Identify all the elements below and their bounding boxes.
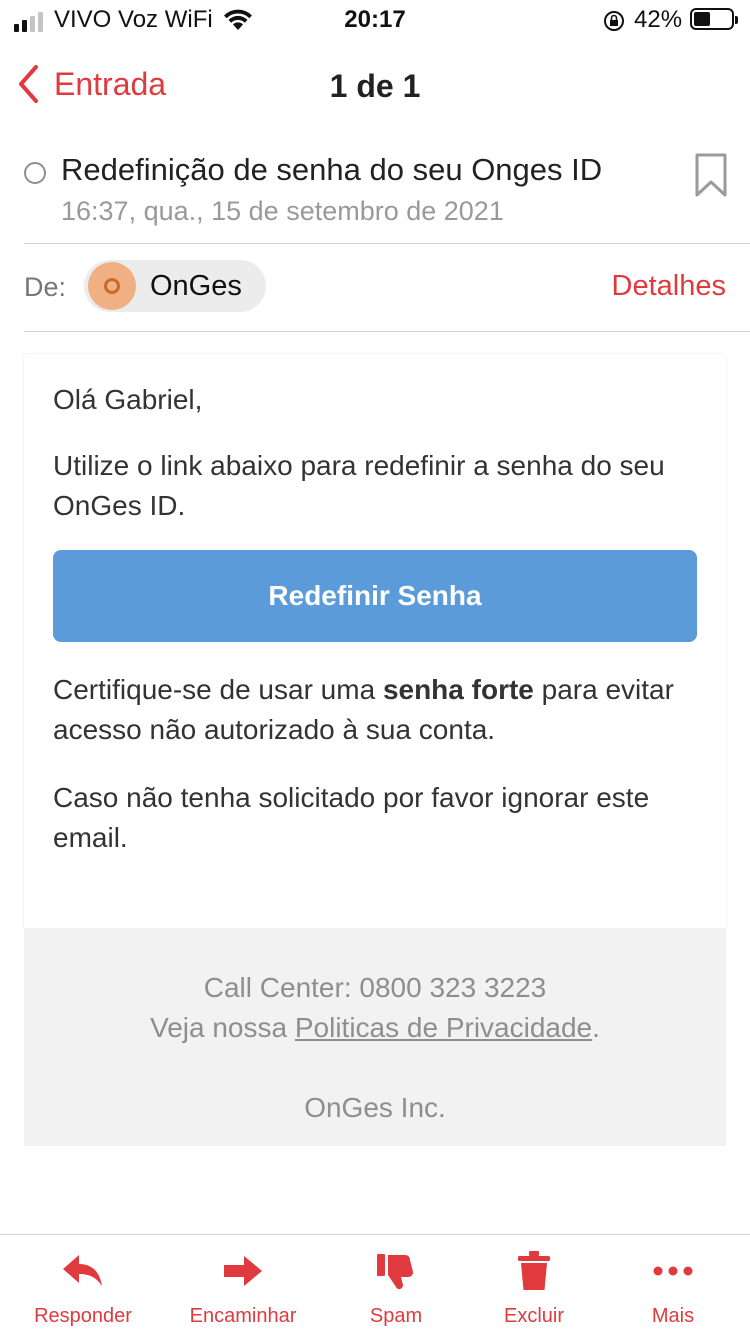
company-name: OnGes Inc. (304, 1092, 446, 1123)
forward-arrow-icon (168, 1249, 318, 1293)
from-label: De: (24, 272, 67, 302)
strong-password-emphasis: senha forte (382, 674, 534, 705)
sender-avatar (88, 262, 136, 310)
call-center-text: Call Center: 0800 323 3223 (203, 972, 547, 1003)
reply-button[interactable]: Responder (8, 1249, 158, 1328)
ignore-note-text: Caso não tenha solicitado por favor igno… (53, 782, 650, 853)
rotation-lock-icon (602, 9, 626, 38)
more-label: Mais (651, 1305, 695, 1327)
delete-label: Excluir (503, 1305, 564, 1327)
reply-icon (8, 1249, 158, 1293)
privacy-policy-link[interactable]: Politicas de Privacidade (295, 1012, 592, 1043)
divider (24, 243, 750, 244)
reset-password-button[interactable]: Redefinir Senha (53, 550, 697, 642)
bookmark-icon[interactable] (694, 152, 728, 203)
spam-button[interactable]: Spam (321, 1249, 471, 1328)
warning-text: Certifique-se de usar uma senha forte pa… (53, 674, 674, 745)
spam-label: Spam (369, 1305, 423, 1327)
email-footer: Call Center: 0800 323 3223 Veja nossa Po… (24, 928, 726, 1146)
privacy-line: Veja nossa Politicas de Privacidade. (150, 1012, 600, 1043)
status-bar: VIVO Voz WiFi 20:17 42% (0, 0, 750, 40)
email-date: 16:37, qua., 15 de setembro de 2021 (61, 196, 504, 226)
email-subject: Redefinição de senha do seu Onges ID (61, 152, 603, 187)
sender-row: De: OnGes Detalhes (24, 258, 750, 314)
trash-icon (459, 1249, 609, 1293)
forward-label: Encaminhar (189, 1305, 297, 1327)
delete-button[interactable]: Excluir (459, 1249, 609, 1328)
navigation-bar: Entrada 1 de 1 (0, 56, 750, 116)
intro-text: Utilize o link abaixo para redefinir a s… (53, 450, 665, 521)
battery-percent: 42% (634, 6, 683, 33)
forward-button[interactable]: Encaminhar (168, 1249, 318, 1328)
more-dots-icon (598, 1249, 748, 1293)
reply-label: Responder (34, 1305, 132, 1327)
thumbs-down-icon (321, 1249, 471, 1293)
battery-icon (690, 8, 738, 30)
greeting-text: Olá Gabriel, (53, 384, 203, 415)
unread-indicator-icon[interactable] (24, 162, 46, 184)
details-link[interactable]: Detalhes (612, 270, 726, 303)
divider (24, 331, 750, 332)
sender-chip[interactable]: OnGes (84, 260, 266, 312)
message-counter: 1 de 1 (329, 68, 421, 104)
email-body: Olá Gabriel, Utilize o link abaixo para … (53, 380, 703, 858)
email-body-card: Olá Gabriel, Utilize o link abaixo para … (24, 354, 726, 928)
more-button[interactable]: Mais (598, 1249, 748, 1328)
bottom-toolbar: Responder Encaminhar Spam Excluir Mais (0, 1234, 750, 1334)
sender-name: OnGes (150, 269, 242, 302)
